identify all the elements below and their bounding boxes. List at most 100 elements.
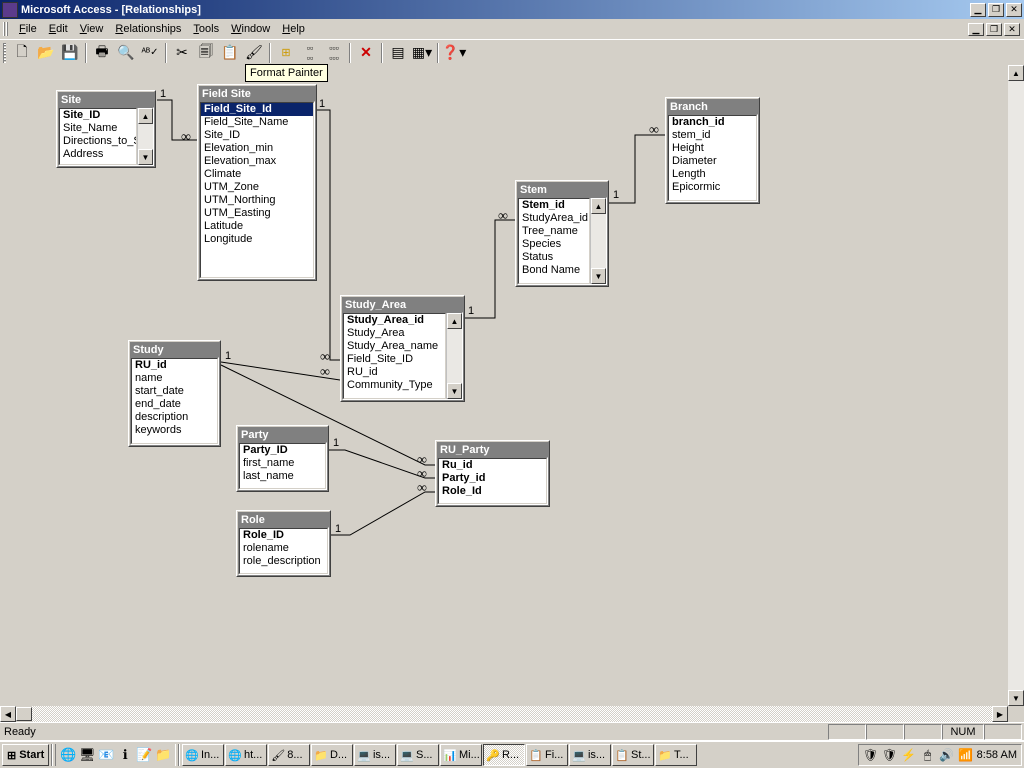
field-item[interactable]: name <box>132 372 217 385</box>
table-header[interactable]: Field Site <box>199 86 315 101</box>
field-item[interactable]: UTM_Easting <box>201 207 313 220</box>
ql-icon[interactable]: 📁 <box>154 746 172 764</box>
field-item[interactable]: Address <box>60 148 136 161</box>
field-item[interactable]: last_name <box>240 470 325 483</box>
field-item[interactable]: role_description <box>240 555 327 568</box>
field-item[interactable]: Site_ID <box>201 129 313 142</box>
mdi-minimize-button[interactable]: ▁ <box>968 23 984 36</box>
scroll-right-icon[interactable]: ▶ <box>992 706 1008 722</box>
tray-icon[interactable]: 🔊 <box>939 747 955 763</box>
show-table-button[interactable]: ⊞ <box>275 42 297 64</box>
ql-desktop-icon[interactable]: 🖥 <box>78 746 96 764</box>
start-button[interactable]: ⊞ Start <box>2 744 49 766</box>
table-header[interactable]: Party <box>238 427 327 442</box>
task-button[interactable]: 📋St... <box>612 744 654 766</box>
show-direct-button[interactable]: ▫▫▫▫ <box>299 42 321 64</box>
show-all-button[interactable]: ▫▫▫▫▫▫ <box>323 42 345 64</box>
field-item[interactable]: RU_id <box>132 359 217 372</box>
field-item[interactable]: stem_id <box>669 129 756 142</box>
scroll-down-icon[interactable]: ▼ <box>591 268 606 284</box>
table-header[interactable]: Stem <box>517 182 607 197</box>
field-item[interactable]: description <box>132 411 217 424</box>
field-item[interactable]: keywords <box>132 424 217 437</box>
table-studyarea[interactable]: Study_AreaStudy_Area_idStudy_AreaStudy_A… <box>340 295 465 402</box>
menu-tools[interactable]: Tools <box>187 21 225 37</box>
field-item[interactable]: Tree_name <box>519 225 589 238</box>
table-study[interactable]: StudyRU_idnamestart_dateend_datedescript… <box>128 340 221 447</box>
field-item[interactable]: Status <box>519 251 589 264</box>
field-item[interactable]: Climate <box>201 168 313 181</box>
new-button[interactable]: 🗋 <box>11 42 33 64</box>
task-button[interactable]: 📁D... <box>311 744 353 766</box>
scroll-up-icon[interactable]: ▲ <box>1008 65 1024 81</box>
tray-icon[interactable]: 🖱 <box>920 747 936 763</box>
field-item[interactable]: UTM_Zone <box>201 181 313 194</box>
table-header[interactable]: Site <box>58 92 154 107</box>
table-site[interactable]: SiteSite_IDSite_NameDirections_to_SiAddr… <box>56 90 156 168</box>
task-button[interactable]: 💻S... <box>397 744 439 766</box>
table-party[interactable]: Party Party_IDfirst_namelast_name <box>236 425 329 492</box>
format-painter-button[interactable]: 🖌 <box>243 42 265 64</box>
field-item[interactable]: Elevation_min <box>201 142 313 155</box>
menu-help[interactable]: Help <box>276 21 311 37</box>
spelling-button[interactable]: ᴬᴮ✓ <box>139 42 161 64</box>
field-item[interactable]: UTM_Northing <box>201 194 313 207</box>
task-button[interactable]: 🔑R... <box>483 744 525 766</box>
field-item[interactable]: first_name <box>240 457 325 470</box>
scroll-thumb[interactable] <box>16 707 32 721</box>
task-button[interactable]: 💻is... <box>354 744 396 766</box>
field-item[interactable]: Ru_id <box>439 459 546 472</box>
paste-button[interactable]: 📋 <box>219 42 241 64</box>
list-scrollbar[interactable]: ▲▼ <box>446 313 462 399</box>
field-item[interactable]: Elevation_max <box>201 155 313 168</box>
field-item[interactable]: Study_Area_name <box>344 340 445 353</box>
table-header[interactable]: Study <box>130 342 219 357</box>
tray-icon[interactable]: ⚡ <box>901 747 917 763</box>
task-button[interactable]: 🖌8... <box>268 744 310 766</box>
ql-icon[interactable]: 📝 <box>135 746 153 764</box>
minimize-button[interactable]: ▁ <box>970 3 986 17</box>
field-item[interactable]: Bond Name <box>519 264 589 277</box>
ql-icon[interactable]: ℹ <box>116 746 134 764</box>
tray-icon[interactable]: 📶 <box>958 747 974 763</box>
task-button[interactable]: 🌐In... <box>182 744 224 766</box>
field-item[interactable]: Height <box>669 142 756 155</box>
close-button[interactable]: ✕ <box>1006 3 1022 17</box>
scroll-up-icon[interactable]: ▲ <box>138 108 153 124</box>
table-fieldsite[interactable]: Field SiteField_Site_IdField_Site_NameSi… <box>197 84 317 281</box>
scroll-down-icon[interactable]: ▼ <box>138 149 153 165</box>
menu-relationships[interactable]: Relationships <box>109 21 187 37</box>
table-role[interactable]: Role Role_IDrolenamerole_description <box>236 510 331 577</box>
table-header[interactable]: Role <box>238 512 329 527</box>
field-item[interactable]: Party_ID <box>240 444 325 457</box>
field-item[interactable]: Study_Area <box>344 327 445 340</box>
tray-icon[interactable]: 🛡 <box>863 747 879 763</box>
scroll-up-icon[interactable]: ▲ <box>447 313 462 329</box>
task-button[interactable]: 📁T... <box>655 744 697 766</box>
field-item[interactable]: Role_ID <box>240 529 327 542</box>
clear-layout-button[interactable]: ✕ <box>355 42 377 64</box>
open-button[interactable]: 📂 <box>35 42 57 64</box>
vertical-scrollbar[interactable]: ▲ ▼ <box>1008 65 1024 706</box>
field-item[interactable]: end_date <box>132 398 217 411</box>
field-item[interactable]: Field_Site_ID <box>344 353 445 366</box>
field-item[interactable]: Site_Name <box>60 122 136 135</box>
scroll-up-icon[interactable]: ▲ <box>591 198 606 214</box>
field-item[interactable]: Diameter <box>669 155 756 168</box>
save-button[interactable]: 💾 <box>59 42 81 64</box>
database-window-button[interactable]: ▦▾ <box>411 42 433 64</box>
field-item[interactable]: Epicormic <box>669 181 756 194</box>
mdi-close-button[interactable]: ✕ <box>1004 23 1020 36</box>
menu-window[interactable]: Window <box>225 21 276 37</box>
field-item[interactable]: Directions_to_Si <box>60 135 136 148</box>
field-item[interactable]: Community_Type <box>344 379 445 392</box>
field-item[interactable]: Latitude <box>201 220 313 233</box>
scroll-left-icon[interactable]: ◀ <box>0 706 16 722</box>
field-item[interactable]: rolename <box>240 542 327 555</box>
task-button[interactable]: 📊Mi... <box>440 744 482 766</box>
field-item[interactable]: Longitude <box>201 233 313 246</box>
relationships-canvas[interactable]: 1 ∞ 1 ∞ 1 ∞ 1 ∞ 1 ∞ ∞ 1 ∞ 1 ∞ SiteSite_I… <box>0 65 1008 706</box>
table-ruparty[interactable]: RU_PartyRu_idParty_idRole_Id <box>435 440 550 507</box>
task-button[interactable]: 💻is... <box>569 744 611 766</box>
field-item[interactable]: Field_Site_Name <box>201 116 313 129</box>
